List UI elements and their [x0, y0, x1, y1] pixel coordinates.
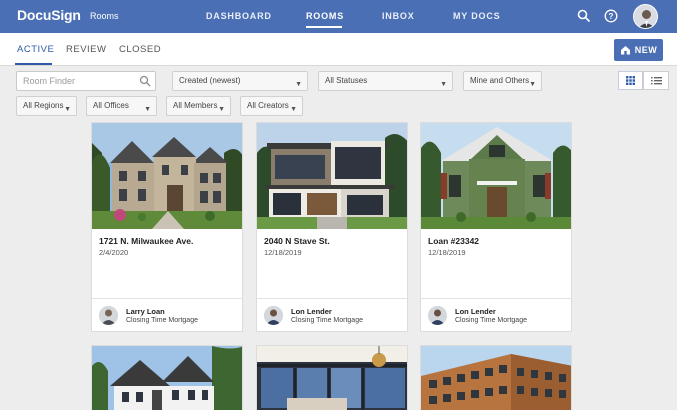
room-photo — [257, 346, 407, 410]
regions-dropdown[interactable]: All Regions ▼ — [16, 96, 77, 116]
room-title: 1721 N. Milwaukee Ave. — [99, 236, 194, 246]
svg-text:?: ? — [609, 12, 614, 21]
status-dropdown[interactable]: All Statuses ▼ — [318, 71, 453, 91]
owner-company: Closing Time Mortgage — [291, 317, 363, 324]
chevron-down-icon: ▼ — [218, 106, 225, 113]
room-date: 12/18/2019 — [428, 248, 466, 257]
list-icon — [651, 77, 662, 85]
app-section-label: Rooms — [90, 11, 119, 21]
tab-review[interactable]: REVIEW — [66, 44, 106, 55]
tab-active-indicator — [15, 63, 52, 65]
new-room-button[interactable]: NEW — [614, 39, 663, 61]
room-card[interactable] — [420, 345, 572, 410]
owner-name: Lon Lender — [291, 307, 332, 316]
room-photo — [421, 123, 571, 229]
ownership-value: Mine and Others — [470, 76, 530, 85]
new-button-label: NEW — [634, 45, 658, 55]
room-card[interactable] — [91, 345, 243, 410]
search-icon[interactable] — [577, 9, 591, 23]
card-divider — [92, 298, 242, 299]
owner-name: Larry Loan — [126, 307, 165, 316]
ownership-dropdown[interactable]: Mine and Others ▼ — [463, 71, 542, 91]
room-date: 12/18/2019 — [264, 248, 302, 257]
chevron-down-icon: ▼ — [440, 81, 447, 88]
regions-value: All Regions — [23, 101, 64, 110]
grid-view-button[interactable] — [618, 71, 643, 90]
room-title: Loan #23342 — [428, 236, 480, 246]
owner-company: Closing Time Mortgage — [455, 317, 527, 324]
room-card[interactable] — [256, 345, 408, 410]
list-view-button[interactable] — [643, 71, 669, 90]
nav-rooms[interactable]: ROOMS — [306, 11, 344, 21]
room-date: 2/4/2020 — [99, 248, 129, 257]
room-photo — [92, 123, 242, 229]
room-photo — [92, 346, 242, 410]
room-card[interactable]: Loan #23342 12/18/2019 Lon Lender Closin… — [420, 122, 572, 332]
sort-value: Created (newest) — [179, 76, 241, 85]
card-divider — [421, 298, 571, 299]
chevron-down-icon: ▼ — [64, 106, 71, 113]
members-value: All Members — [173, 101, 218, 110]
members-dropdown[interactable]: All Members ▼ — [166, 96, 231, 116]
status-value: All Statuses — [325, 76, 368, 85]
room-card[interactable]: 2040 N Stave St. 12/18/2019 Lon Lender C… — [256, 122, 408, 332]
chevron-down-icon: ▼ — [290, 106, 297, 113]
chevron-down-icon: ▼ — [144, 106, 151, 113]
chevron-down-icon: ▼ — [529, 81, 536, 88]
nav-active-indicator — [306, 26, 342, 28]
room-title: 2040 N Stave St. — [264, 236, 330, 246]
sort-dropdown[interactable]: Created (newest) ▼ — [172, 71, 308, 91]
room-photo — [421, 346, 571, 410]
house-plus-icon — [620, 46, 630, 55]
room-finder-placeholder: Room Finder — [23, 76, 76, 86]
nav-inbox[interactable]: INBOX — [382, 11, 415, 21]
offices-value: All Offices — [93, 101, 129, 110]
nav-my-docs[interactable]: MY DOCS — [453, 11, 500, 21]
room-finder-input[interactable]: Room Finder — [16, 71, 156, 91]
card-divider — [257, 298, 407, 299]
room-card[interactable]: 1721 N. Milwaukee Ave. 2/4/2020 Larry Lo… — [91, 122, 243, 332]
help-icon[interactable]: ? — [604, 9, 618, 23]
room-photo — [257, 123, 407, 229]
creators-value: All Creators — [247, 101, 289, 110]
creators-dropdown[interactable]: All Creators ▼ — [240, 96, 303, 116]
grid-icon — [626, 76, 635, 85]
offices-dropdown[interactable]: All Offices ▼ — [86, 96, 157, 116]
room-status-tabs: ACTIVE REVIEW CLOSED — [0, 33, 677, 66]
nav-dashboard[interactable]: DASHBOARD — [206, 11, 272, 21]
owner-company: Closing Time Mortgage — [126, 317, 198, 324]
tab-closed[interactable]: CLOSED — [119, 44, 161, 55]
owner-avatar — [428, 306, 447, 325]
tab-active[interactable]: ACTIVE — [17, 44, 54, 55]
user-avatar[interactable] — [633, 4, 658, 29]
top-navigation-bar: DocuSign Rooms DASHBOARD ROOMS INBOX MY … — [0, 0, 677, 33]
search-icon — [139, 75, 151, 87]
owner-avatar — [264, 306, 283, 325]
owner-avatar — [99, 306, 118, 325]
docusign-logo[interactable]: DocuSign — [17, 7, 81, 23]
owner-name: Lon Lender — [455, 307, 496, 316]
chevron-down-icon: ▼ — [295, 81, 302, 88]
